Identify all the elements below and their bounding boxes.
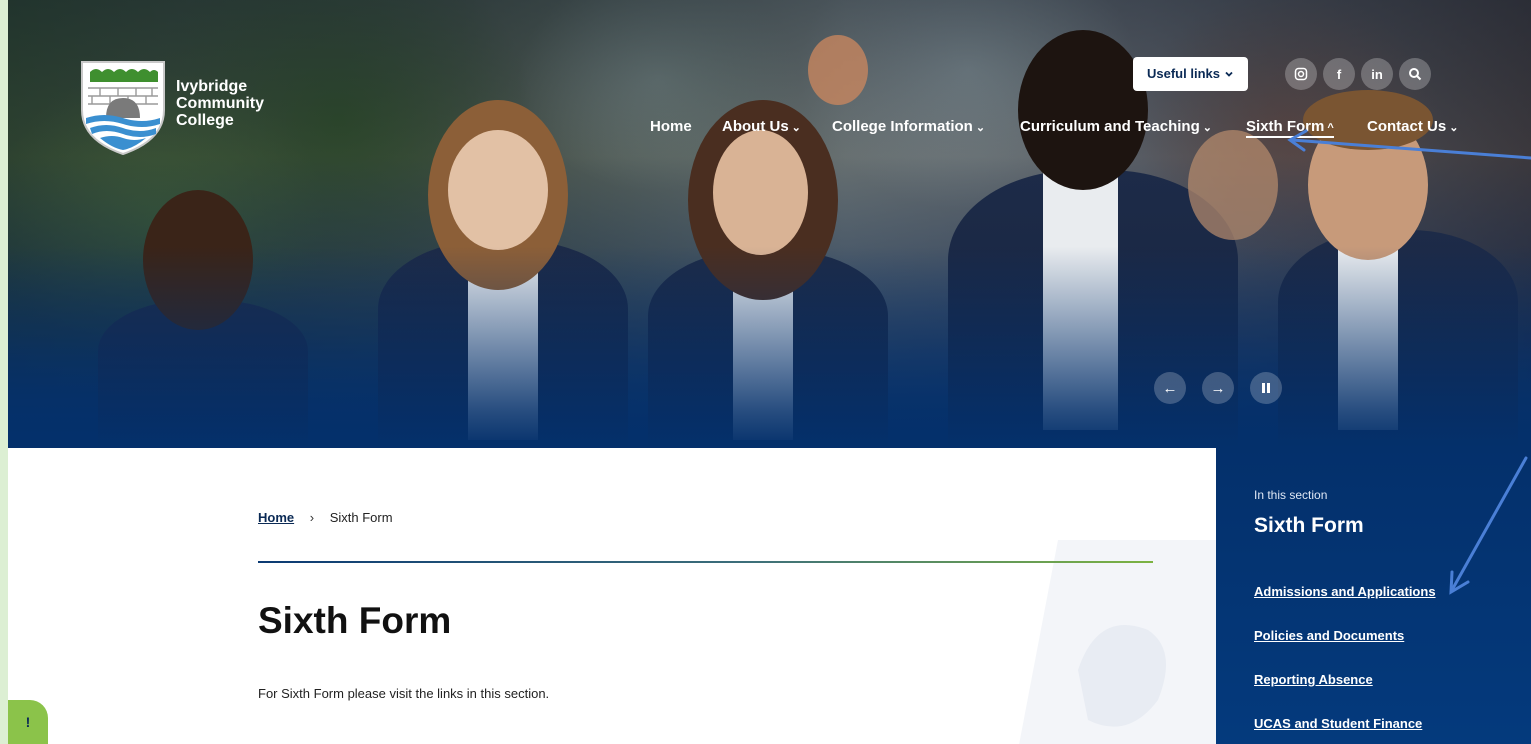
useful-links-label: Useful links <box>1147 66 1220 81</box>
chevron-down-icon: ⌄ <box>791 122 801 134</box>
intro-text: For Sixth Form please visit the links in… <box>258 686 550 701</box>
chevron-down-icon <box>1225 71 1233 77</box>
sidebar-link-ucas[interactable]: UCAS and Student Finance <box>1254 716 1422 731</box>
nav-label: Contact Us <box>1367 118 1447 135</box>
chevron-down-icon: ⌄ <box>975 122 986 134</box>
search-button[interactable] <box>1399 58 1431 90</box>
crest-watermark <box>1019 540 1218 744</box>
sidebar-link-admissions[interactable]: Admissions and Applications <box>1254 584 1436 599</box>
linkedin-icon: in <box>1371 66 1383 82</box>
nav-label: Curriculum and Teaching <box>1020 118 1200 135</box>
breadcrumb-current: Sixth Form <box>329 510 393 525</box>
sidebar-label: In this section <box>1254 488 1328 502</box>
college-name-line: Community <box>176 95 264 112</box>
nav-curriculum-and-teaching[interactable]: Curriculum and Teaching ⌄ <box>1020 118 1212 135</box>
nav-label: Home <box>650 118 692 135</box>
slide-previous-button[interactable]: ← <box>1154 372 1186 404</box>
slide-pause-button[interactable] <box>1250 372 1282 404</box>
instagram-icon <box>1294 67 1308 81</box>
nav-label: College Information <box>832 118 973 135</box>
sidebar-link-policies[interactable]: Policies and Documents <box>1254 628 1404 643</box>
search-icon <box>1409 68 1422 81</box>
chevron-down-icon: ⌄ <box>1449 122 1459 134</box>
arrow-right-icon: → <box>1210 379 1226 397</box>
sidebar-title: Sixth Form <box>1254 514 1364 537</box>
nav-sixth-form[interactable]: Sixth Form ^ <box>1246 118 1334 138</box>
chevron-up-icon: ^ <box>1327 122 1334 134</box>
page: Ivybridge Community College Useful links… <box>8 0 1531 744</box>
chevron-down-icon: ⌄ <box>1202 122 1212 134</box>
nav-about-us[interactable]: About Us ⌄ <box>722 118 801 135</box>
slide-next-button[interactable]: → <box>1202 372 1234 404</box>
nav-label: Sixth Form <box>1246 118 1325 135</box>
breadcrumb-separator: › <box>309 510 315 525</box>
facebook-icon: f <box>1336 66 1342 82</box>
nav-label: About Us <box>722 118 789 135</box>
section-sidebar: In this section Sixth Form Admissions an… <box>1216 448 1531 744</box>
alert-icon: ! <box>25 714 31 730</box>
divider <box>258 561 1153 563</box>
breadcrumb: Home › Sixth Form <box>258 510 393 525</box>
sidebar-link-reporting-absence[interactable]: Reporting Absence <box>1254 672 1373 687</box>
instagram-button[interactable] <box>1285 58 1317 90</box>
breadcrumb-home-link[interactable]: Home <box>258 510 294 525</box>
hero-banner: Ivybridge Community College Useful links… <box>8 0 1531 448</box>
nav-contact-us[interactable]: Contact Us ⌄ <box>1367 118 1458 135</box>
pause-icon <box>1262 383 1270 393</box>
college-name[interactable]: Ivybridge Community College <box>176 78 264 129</box>
page-title: Sixth Form <box>258 600 452 641</box>
arrow-left-icon: ← <box>1162 379 1178 397</box>
facebook-button[interactable]: f <box>1323 58 1355 90</box>
nav-college-information[interactable]: College Information ⌄ <box>832 118 985 135</box>
college-name-line: Ivybridge <box>176 78 248 95</box>
college-name-line: College <box>176 112 234 129</box>
linkedin-button[interactable]: in <box>1361 58 1393 90</box>
feedback-tab[interactable]: ! <box>8 700 48 744</box>
nav-home[interactable]: Home <box>650 118 692 135</box>
useful-links-button[interactable]: Useful links <box>1133 57 1248 91</box>
college-crest-logo[interactable] <box>78 58 168 156</box>
